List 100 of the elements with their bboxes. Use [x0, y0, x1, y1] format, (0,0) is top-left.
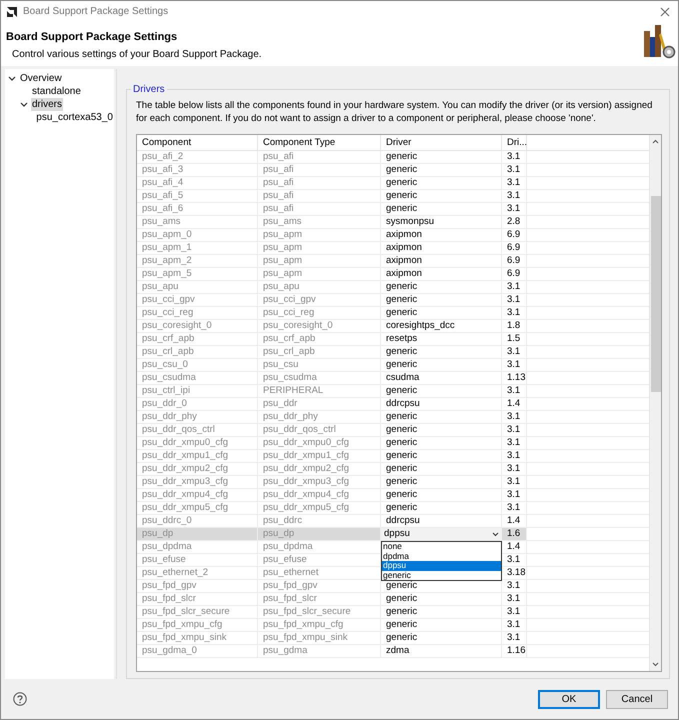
table-row[interactable]: psu_fpd_gpv psu_fpd_gpv generic 3.1 — [137, 580, 649, 593]
table-cell: psu_fpd_xmpu_cfg — [258, 619, 381, 632]
table-cell: generic — [381, 580, 502, 593]
table-row[interactable]: psu_afi_6 psu_afi generic 3.1 — [137, 203, 649, 216]
table-row[interactable]: psu_ddr_xmpu3_cfg psu_ddr_xmpu3_cfg generic 3.1 — [137, 476, 649, 489]
table-cell: psu_coresight_0 — [137, 320, 258, 333]
table-cell: generic — [381, 411, 502, 424]
table-cell: psu_ddr_xmpu0_cfg — [258, 437, 381, 450]
table-cell: generic — [381, 489, 502, 502]
table-cell: psu_efuse — [258, 554, 381, 567]
table-row[interactable]: psu_apm_2 psu_apm axipmon 6.9 — [137, 255, 649, 268]
table-cell: psu_afi_3 — [137, 164, 258, 177]
table-row[interactable]: psu_coresight_0 psu_coresight_0 coresightps_dcc 1.8 — [137, 320, 649, 333]
table-row[interactable]: psu_fpd_slcr psu_fpd_slcr generic 3.1 — [137, 593, 649, 606]
table-cell: generic — [381, 307, 502, 320]
table-row[interactable]: psu_afi_3 psu_afi generic 3.1 — [137, 164, 649, 177]
table-row[interactable]: psu_csudma psu_csudma csudma 1.13 — [137, 372, 649, 385]
scrollbar-thumb[interactable] — [650, 196, 660, 392]
table-row[interactable]: psu_fpd_xmpu_sink psu_fpd_xmpu_sink generic 3.1 — [137, 632, 649, 645]
table-cell: resetps — [381, 333, 502, 346]
table-cell: psu_crl_apb — [137, 346, 258, 359]
chevron-icon[interactable] — [492, 532, 499, 536]
close-icon[interactable] — [660, 6, 670, 16]
dropdown-option[interactable]: generic — [382, 570, 501, 580]
dropdown-option[interactable]: dpdma — [382, 552, 501, 561]
tree-item[interactable]: standalone — [31, 85, 82, 98]
table-row[interactable]: psu_apu psu_apu generic 3.1 — [137, 281, 649, 294]
table-cell: generic — [381, 437, 502, 450]
table-row[interactable]: psu_csu_0 psu_csu generic 3.1 — [137, 359, 649, 372]
help-icon[interactable] — [13, 692, 27, 706]
cancel-button[interactable]: Cancel — [606, 690, 668, 708]
scrollbar[interactable] — [649, 135, 661, 671]
table-row[interactable]: psu_afi_5 psu_afi generic 3.1 — [137, 190, 649, 203]
table-row[interactable]: psu_ddr_xmpu0_cfg psu_ddr_xmpu0_cfg generic 3.1 — [137, 437, 649, 450]
column-header[interactable]: Driver — [381, 135, 502, 151]
tree-item[interactable]: psu_cortexa53_0 — [35, 111, 114, 124]
table-cell: PERIPHERAL — [258, 385, 381, 398]
table-cell: psu_ethernet — [258, 567, 381, 580]
table-row[interactable]: psu_ddr_xmpu5_cfg psu_ddr_xmpu5_cfg generic 3.1 — [137, 502, 649, 515]
table-cell: psu_apm — [258, 255, 381, 268]
table-row[interactable]: psu_ctrl_ipi PERIPHERAL generic 3.1 — [137, 385, 649, 398]
scroll-down-icon[interactable] — [652, 662, 659, 667]
table-cell: psu_ddr_phy — [137, 411, 258, 424]
scroll-up-icon[interactable] — [652, 139, 659, 144]
column-header[interactable]: Component Type — [258, 135, 381, 151]
chevron-icon[interactable] — [8, 76, 16, 82]
table-row[interactable]: psu_ddr_xmpu2_cfg psu_ddr_xmpu2_cfg generic 3.1 — [137, 463, 649, 476]
table-cell: generic — [381, 151, 502, 164]
table-cell: csudma — [381, 372, 502, 385]
table-cell: psu_apm — [258, 229, 381, 242]
table-row[interactable]: psu_apm_5 psu_apm axipmon 6.9 — [137, 268, 649, 281]
table-cell: psu_cci_reg — [258, 307, 381, 320]
table-row[interactable]: psu_fpd_xmpu_cfg psu_fpd_xmpu_cfg generic 3.1 — [137, 619, 649, 632]
table-row[interactable]: psu_fpd_slcr_secure psu_fpd_slcr_secure generic 3.1 — [137, 606, 649, 619]
column-header[interactable]: Dri... — [502, 135, 527, 151]
chevron-icon[interactable] — [20, 102, 28, 108]
table-cell: psu_gdma_0 — [137, 645, 258, 658]
table-row[interactable]: psu_ddr_phy psu_ddr_phy generic 3.1 — [137, 411, 649, 424]
ok-button[interactable]: OK — [538, 690, 600, 708]
table-row[interactable]: psu_ddr_0 psu_ddr ddrcpsu 1.4 — [137, 398, 649, 411]
table-cell: psu_ddr_xmpu5_cfg — [258, 502, 381, 515]
table-cell: psu_crl_apb — [258, 346, 381, 359]
dialog-subtitle: Control various settings of your Board Support Package. — [12, 49, 263, 61]
dropdown-option[interactable]: dppsu — [382, 561, 501, 570]
table-row[interactable]: psu_apm_0 psu_apm axipmon 6.9 — [137, 229, 649, 242]
window-title: Board Support Package Settings — [23, 5, 168, 19]
table-cell: psu_apu — [258, 281, 381, 294]
table-row[interactable]: psu_cci_reg psu_cci_reg generic 3.1 — [137, 307, 649, 320]
table-cell: psu_ddr_xmpu5_cfg — [137, 502, 258, 515]
table-cell: psu_ctrl_ipi — [137, 385, 258, 398]
table-cell: generic — [381, 190, 502, 203]
group-description: The table below lists all the components found in your hardware system. You can modify the driver (or its version) assigned for each component. If you do not want to assign a driver to a component or peripheral, please choose 'none'. — [136, 99, 654, 125]
table-cell: psu_ddr_xmpu3_cfg — [137, 476, 258, 489]
table-cell: axipmon — [381, 268, 502, 281]
table-row[interactable]: psu_afi_2 psu_afi generic 3.1 — [137, 151, 649, 164]
table-cell: generic — [381, 463, 502, 476]
table-cell: psu_ddr_xmpu3_cfg — [258, 476, 381, 489]
driver-combo-box[interactable]: dppsu — [381, 528, 502, 540]
table-cell: psu_efuse — [137, 554, 258, 567]
table-row[interactable]: psu_ddr_xmpu4_cfg psu_ddr_xmpu4_cfg generic 3.1 — [137, 489, 649, 502]
tree-item[interactable]: Overview — [19, 72, 63, 85]
table-cell: ddrcpsu — [381, 398, 502, 411]
table-row[interactable]: psu_ddr_xmpu1_cfg psu_ddr_xmpu1_cfg generic 3.1 — [137, 450, 649, 463]
table-cell: psu_cci_gpv — [137, 294, 258, 307]
table-row[interactable]: psu_cci_gpv psu_cci_gpv generic 3.1 — [137, 294, 649, 307]
table-row[interactable]: psu_gdma_0 psu_gdma zdma 1.16 — [137, 645, 649, 658]
table-cell: psu_fpd_xmpu_cfg — [137, 619, 258, 632]
table-cell: psu_ddr_xmpu1_cfg — [137, 450, 258, 463]
column-header[interactable]: Component — [137, 135, 258, 151]
table-cell: psu_csu_0 — [137, 359, 258, 372]
table-row[interactable]: psu_afi_4 psu_afi generic 3.1 — [137, 177, 649, 190]
table-row[interactable]: psu_apm_1 psu_apm axipmon 6.9 — [137, 242, 649, 255]
tree-item[interactable]: drivers — [31, 98, 64, 111]
table-row[interactable]: psu_crf_apb psu_crf_apb resetps 1.5 — [137, 333, 649, 346]
table-row[interactable]: psu_ddr_qos_ctrl psu_ddr_qos_ctrl generic 3.1 — [137, 424, 649, 437]
table-row[interactable]: psu_crl_apb psu_crl_apb generic 3.1 — [137, 346, 649, 359]
table-row[interactable]: psu_ams psu_ams sysmonpsu 2.8 — [137, 216, 649, 229]
dropdown-option[interactable]: none — [382, 542, 501, 552]
table-cell: psu_apm — [258, 242, 381, 255]
table-cell: psu_ddr_phy — [258, 411, 381, 424]
